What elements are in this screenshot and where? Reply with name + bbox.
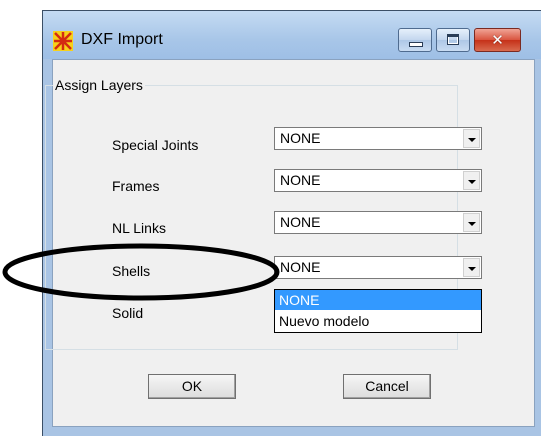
- shells-value: NONE: [280, 259, 321, 275]
- dropdown-option-nuevo-modelo[interactable]: Nuevo modelo: [275, 311, 481, 331]
- special-joints-value: NONE: [280, 130, 321, 146]
- chevron-down-icon[interactable]: [463, 171, 480, 190]
- ok-button[interactable]: OK: [148, 374, 236, 399]
- chevron-down-icon[interactable]: [463, 213, 480, 232]
- special-joints-label: Special Joints: [112, 137, 199, 153]
- solid-label: Solid: [112, 305, 144, 321]
- shells-label: Shells: [112, 263, 151, 279]
- nl-links-value: NONE: [280, 214, 321, 230]
- frames-value: NONE: [280, 172, 321, 188]
- dropdown-option-none[interactable]: NONE: [275, 290, 481, 310]
- maximize-button[interactable]: [436, 28, 470, 52]
- group-label: Assign Layers: [53, 77, 145, 93]
- special-joints-select[interactable]: NONE: [274, 127, 482, 150]
- title-bar[interactable]: DXF Import ✕: [43, 11, 541, 59]
- cancel-button[interactable]: Cancel: [343, 374, 431, 399]
- minimize-icon: [409, 42, 423, 47]
- shells-select[interactable]: NONE: [274, 256, 482, 279]
- frames-select[interactable]: NONE: [274, 169, 482, 192]
- close-icon: ✕: [491, 31, 504, 49]
- frames-label: Frames: [112, 178, 160, 194]
- chevron-down-icon[interactable]: [463, 258, 480, 277]
- window-title: DXF Import: [81, 31, 163, 48]
- shells-dropdown-list[interactable]: NONE Nuevo modelo: [274, 289, 482, 333]
- nl-links-select[interactable]: NONE: [274, 211, 482, 234]
- close-button[interactable]: ✕: [474, 28, 521, 52]
- nl-links-label: NL Links: [112, 220, 166, 236]
- maximize-icon: [447, 34, 459, 45]
- sap-logo-icon: [53, 31, 73, 51]
- chevron-down-icon[interactable]: [463, 129, 480, 148]
- minimize-button[interactable]: [398, 28, 432, 52]
